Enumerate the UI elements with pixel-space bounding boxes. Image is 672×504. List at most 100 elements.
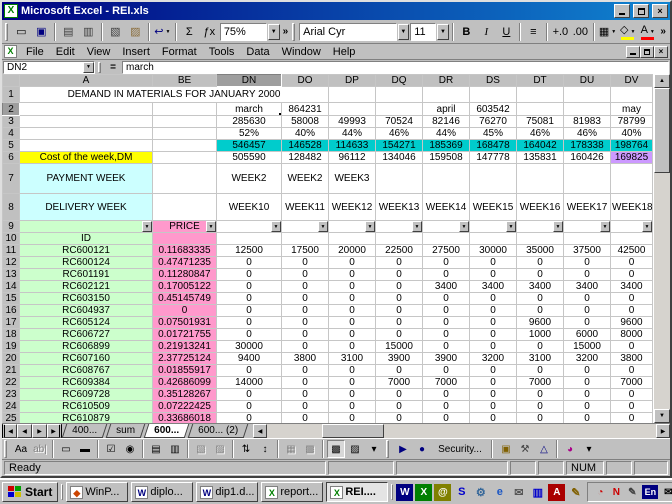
- cell[interactable]: [423, 164, 470, 194]
- row-header[interactable]: 11: [3, 245, 20, 257]
- cell[interactable]: [329, 233, 376, 245]
- column-header-DT[interactable]: DT: [517, 75, 564, 87]
- cell[interactable]: 0: [470, 305, 517, 317]
- cell[interactable]: RC605124: [20, 317, 153, 329]
- cell[interactable]: PAYMENT WEEK: [20, 164, 153, 194]
- cell[interactable]: WEEK13: [376, 194, 423, 221]
- cell[interactable]: 0: [423, 329, 470, 341]
- cell[interactable]: 40%: [611, 128, 653, 140]
- cell[interactable]: 0: [329, 281, 376, 293]
- tab-prev-button[interactable]: ◀: [17, 424, 32, 438]
- cell[interactable]: RC609384: [20, 377, 153, 389]
- cell[interactable]: 0: [470, 401, 517, 413]
- cell[interactable]: [564, 87, 611, 103]
- cell[interactable]: 3100: [517, 353, 564, 365]
- cell[interactable]: 0.11280847: [153, 269, 217, 281]
- cell[interactable]: 3900: [423, 353, 470, 365]
- fill-color-icon-dropdown[interactable]: ▼: [630, 29, 635, 35]
- cell[interactable]: 76270: [470, 116, 517, 128]
- cell[interactable]: 52%: [217, 128, 282, 140]
- increase-decimal-icon[interactable]: +.0: [551, 22, 570, 42]
- cell[interactable]: 7000: [376, 377, 423, 389]
- start-button[interactable]: Start: [2, 482, 58, 502]
- cell[interactable]: [564, 233, 611, 245]
- cell[interactable]: 0: [564, 377, 611, 389]
- cell[interactable]: 160426: [564, 152, 611, 164]
- cell[interactable]: 0: [564, 365, 611, 377]
- cell[interactable]: ▼: [376, 221, 423, 233]
- cell[interactable]: [376, 87, 423, 103]
- cell[interactable]: [282, 233, 329, 245]
- cell[interactable]: 0: [470, 317, 517, 329]
- cell[interactable]: ▼: [20, 221, 153, 233]
- cell[interactable]: WEEK16: [517, 194, 564, 221]
- font-size-dropdown-icon[interactable]: ▼: [437, 24, 449, 40]
- autofilter-dropdown-icon[interactable]: ▼: [365, 221, 375, 232]
- cell[interactable]: 37500: [564, 245, 611, 257]
- equals-button[interactable]: =: [106, 62, 120, 73]
- cell[interactable]: 0: [329, 257, 376, 269]
- cell[interactable]: 27500: [423, 245, 470, 257]
- zoom-combobox[interactable]: 75%: [220, 23, 267, 41]
- cell[interactable]: 82146: [423, 116, 470, 128]
- paste-function-icon[interactable]: ƒx: [200, 22, 219, 42]
- cell[interactable]: 0: [564, 293, 611, 305]
- ie-icon[interactable]: e: [491, 484, 508, 501]
- cell[interactable]: 0: [423, 413, 470, 424]
- cell[interactable]: 0: [329, 413, 376, 424]
- cell[interactable]: [376, 103, 423, 116]
- cell[interactable]: 0: [282, 269, 329, 281]
- font-color-icon-dropdown[interactable]: ▼: [650, 29, 655, 35]
- row-header[interactable]: 4: [3, 128, 20, 140]
- menu-window[interactable]: Window: [276, 45, 327, 59]
- cell[interactable]: [376, 233, 423, 245]
- cell[interactable]: 0: [517, 365, 564, 377]
- security-button[interactable]: Security...: [433, 440, 487, 458]
- autofilter-dropdown-icon[interactable]: ▼: [412, 221, 422, 232]
- row-header[interactable]: 17: [3, 317, 20, 329]
- cell[interactable]: 0: [517, 413, 564, 424]
- language-indicator[interactable]: En: [642, 485, 658, 499]
- cell[interactable]: [329, 87, 376, 103]
- column-header-DN[interactable]: DN: [217, 75, 282, 87]
- row-header[interactable]: 19: [3, 341, 20, 353]
- cell[interactable]: 0: [423, 341, 470, 353]
- cell[interactable]: 42500: [611, 245, 653, 257]
- cell[interactable]: [470, 164, 517, 194]
- cell[interactable]: 15000: [376, 341, 423, 353]
- pen-icon[interactable]: ✎: [625, 485, 639, 499]
- cell[interactable]: [217, 233, 282, 245]
- row-header[interactable]: 15: [3, 293, 20, 305]
- cell[interactable]: WEEK11: [282, 194, 329, 221]
- row-header[interactable]: 20: [3, 353, 20, 365]
- cell[interactable]: RC607160: [20, 353, 153, 365]
- cell[interactable]: 0.35128267: [153, 389, 217, 401]
- cell[interactable]: 0: [329, 305, 376, 317]
- column-header-DR[interactable]: DR: [423, 75, 470, 87]
- cell[interactable]: 0: [282, 257, 329, 269]
- cell[interactable]: 0.42686099: [153, 377, 217, 389]
- cell[interactable]: 7000: [611, 377, 653, 389]
- cell[interactable]: RC600121: [20, 245, 153, 257]
- cell[interactable]: RC610879: [20, 413, 153, 424]
- cell[interactable]: 0: [329, 341, 376, 353]
- select-all-corner[interactable]: [3, 75, 20, 87]
- forms-more-icon[interactable]: ▾: [365, 440, 383, 458]
- smartsuite-icon[interactable]: S: [453, 484, 470, 501]
- cell[interactable]: 0: [611, 341, 653, 353]
- cell[interactable]: 0: [517, 401, 564, 413]
- cell[interactable]: 0: [611, 389, 653, 401]
- cell[interactable]: 78799: [611, 116, 653, 128]
- cell[interactable]: 3900: [376, 353, 423, 365]
- underline-icon[interactable]: U: [497, 22, 516, 42]
- scroll-down-icon[interactable]: ▼: [654, 409, 670, 423]
- cell[interactable]: 0: [470, 341, 517, 353]
- cell[interactable]: ▼: [423, 221, 470, 233]
- cell[interactable]: RC609728: [20, 389, 153, 401]
- autofilter-dropdown-icon[interactable]: ▼: [206, 221, 216, 232]
- cell[interactable]: 3200: [470, 353, 517, 365]
- cell[interactable]: 0: [376, 389, 423, 401]
- row-header[interactable]: 13: [3, 269, 20, 281]
- autofilter-dropdown-icon[interactable]: ▼: [142, 221, 152, 232]
- cell[interactable]: 0: [329, 401, 376, 413]
